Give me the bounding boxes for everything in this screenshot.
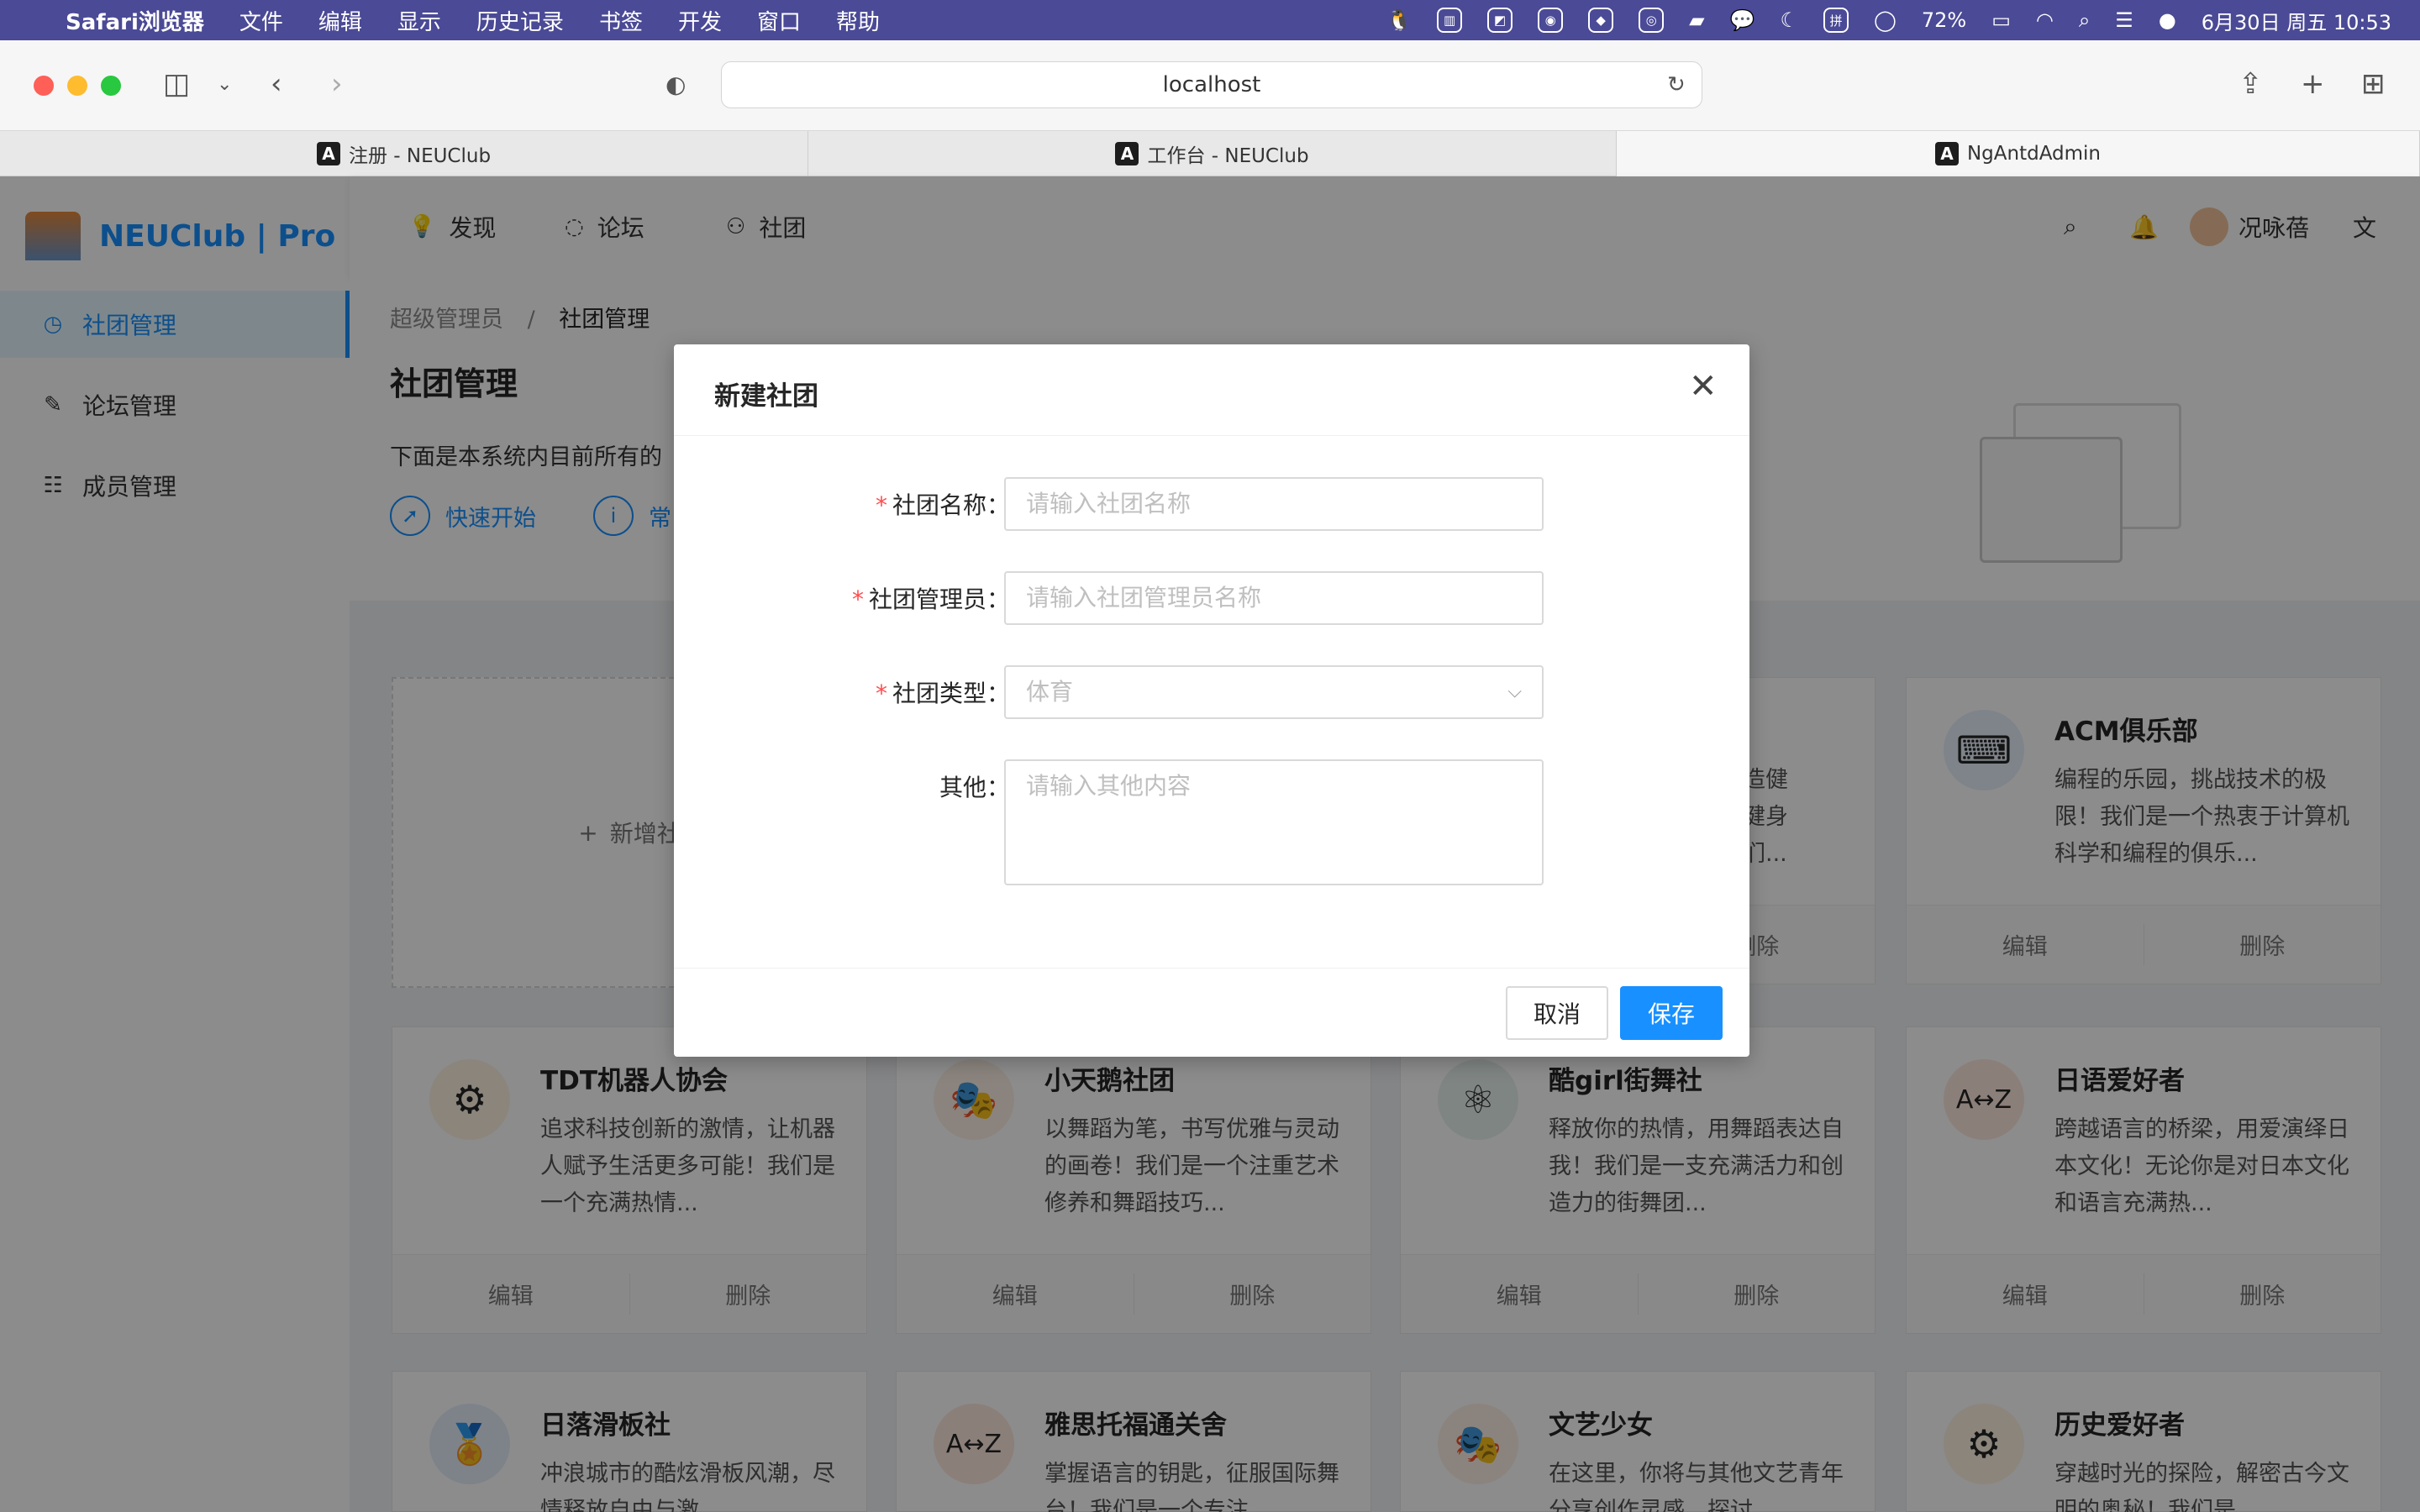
macos-menu-bar: Safari浏览器 文件 编辑 显示 历史记录 书签 开发 窗口 帮助 🐧 ▥ … [0,0,2420,40]
control-center-icon[interactable]: ☰ [2115,8,2133,32]
club-admin-input[interactable]: 请输入社团管理员名称 [1004,571,1544,625]
tab-overview-icon[interactable]: ⊞ [2361,67,2386,101]
club-type-label: * 社团类型： [875,680,1010,707]
qq-icon[interactable]: 🐧 [1386,8,1412,32]
wechat-icon[interactable]: 💬 [1730,8,1755,32]
chevron-down-icon[interactable]: ⌄ [217,74,232,95]
menu-view[interactable]: 显示 [397,5,441,36]
angular-icon: A [1115,142,1139,165]
menu-history[interactable]: 历史记录 [476,5,564,36]
status-app-icon[interactable]: ◉ [1538,8,1564,33]
tab-workbench[interactable]: A 工作台 - NEUClub [808,131,1617,176]
share-icon[interactable]: ⇪ [2238,67,2263,101]
menu-app-name[interactable]: Safari浏览器 [66,5,204,36]
modal-title: 新建社团 [714,381,818,412]
angular-icon: A [316,142,340,165]
status-app-icon[interactable]: ◆ [1588,8,1614,33]
new-tab-icon[interactable]: + [2301,67,2325,101]
club-type-select[interactable]: 体育 ⌵ [1004,665,1544,719]
new-club-modal: 新建社团 ✕ * 社团名称： 请输入社团名称 * 社团管理员： 请输入社团管理员名称… [674,344,1749,1057]
close-window-button[interactable] [34,76,54,96]
tab-ngantdadmin[interactable]: A NgAntdAdmin [1617,131,2420,176]
other-textarea[interactable]: 请输入其他内容 [1004,759,1544,885]
zoom-window-button[interactable] [101,76,121,96]
club-type-value: 体育 [1026,678,1074,706]
cancel-button[interactable]: 取消 [1506,986,1608,1040]
status-app-icon[interactable]: ◎ [1639,8,1665,33]
browser-toolbar: ◫ ⌄ ‹ › ◐ localhost ↻ ⇪ + ⊞ [0,40,2420,131]
club-name-label: * 社团名称： [875,491,1010,519]
sidebar-toggle-icon[interactable]: ◫ [163,67,190,101]
status-app-icon[interactable]: ◩ [1487,8,1513,33]
spotlight-search-icon[interactable]: ⌕ [2079,8,2090,32]
notification-icon[interactable]: ▰ [1689,8,1704,32]
siri-icon[interactable]: ● [2159,8,2176,32]
menu-bookmarks[interactable]: 书签 [599,5,643,36]
menu-edit[interactable]: 编辑 [318,5,362,36]
moon-icon[interactable]: ☾ [1780,8,1798,32]
battery-percent: 72% [1921,8,1967,32]
forward-icon[interactable]: › [331,67,343,101]
save-button[interactable]: 保存 [1620,986,1723,1040]
chevron-down-icon: ⌵ [1507,681,1522,702]
angular-icon: A [1934,142,1959,165]
user-account-icon[interactable]: ◯ [1874,8,1897,32]
battery-icon[interactable]: ▭ [1991,8,2011,32]
menu-window[interactable]: 窗口 [757,5,801,36]
browser-tab-bar: A 注册 - NEUClub A 工作台 - NEUClub A NgAntdAdmi… [0,131,2420,176]
menu-file[interactable]: 文件 [239,5,283,36]
privacy-shield-icon[interactable]: ◐ [666,71,686,98]
other-label: 其他： [939,774,1010,801]
close-icon[interactable]: ✕ [1689,370,1718,403]
reload-icon[interactable]: ↻ [1667,72,1686,97]
back-icon[interactable]: ‹ [271,67,282,101]
menubar-clock: 6月30日 周五 10:53 [2201,10,2391,34]
menu-develop[interactable]: 开发 [678,5,722,36]
divider [674,435,1749,436]
input-method-icon[interactable]: 拼 [1823,8,1849,33]
wifi-icon[interactable]: ◠ [2036,8,2054,32]
club-name-input[interactable]: 请输入社团名称 [1004,477,1544,531]
club-admin-label: * 社团管理员： [851,585,1010,613]
minimize-window-button[interactable] [67,76,87,96]
tab-register[interactable]: A 注册 - NEUClub [0,131,808,176]
menu-help[interactable]: 帮助 [836,5,880,36]
address-bar[interactable]: localhost [721,61,1702,108]
status-app-icon[interactable]: ▥ [1437,8,1463,33]
divider [674,968,1749,969]
